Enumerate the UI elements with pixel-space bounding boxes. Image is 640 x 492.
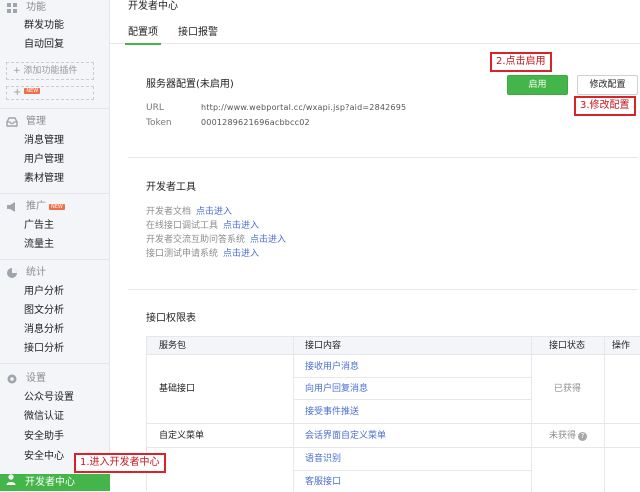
api-item-link[interactable]: 接受事件推送	[305, 406, 359, 418]
sidebar-group-title: 推广	[26, 201, 46, 212]
sidebar-group-title: 功能	[26, 2, 46, 13]
sidebar-item-advertiser[interactable]: 广告主	[24, 218, 54, 234]
status-not-obtained: 未获得?	[549, 430, 588, 442]
table-header-action: 操作	[612, 341, 631, 351]
sidebar-item-messages[interactable]: 消息管理	[24, 133, 64, 149]
annotation-step1: 1.进入开发者中心	[74, 453, 166, 473]
section-divider	[128, 289, 638, 290]
row-line	[147, 423, 640, 424]
sidebar-item-publisher[interactable]: 流量主	[24, 237, 54, 253]
sidebar-item-developer-center[interactable]: 开发者中心	[0, 474, 110, 491]
status-obtained: 已获得	[554, 384, 582, 394]
dev-tool-link[interactable]: 点击进入	[223, 249, 259, 259]
server-config-title: 服务器配置(未启用)	[146, 79, 234, 90]
row-line	[293, 377, 531, 378]
sidebar-divider	[0, 108, 110, 109]
help-icon[interactable]: ?	[578, 432, 588, 441]
row-line	[293, 399, 531, 400]
sidebar-item-api-analysis[interactable]: 接口分析	[24, 341, 64, 357]
sidebar-item-wechat-verify[interactable]: 微信认证	[24, 409, 64, 425]
column-line	[531, 337, 532, 492]
url-value: http://www.webportal.cc/wxapi.jsp?aid=28…	[201, 103, 407, 112]
user-icon	[6, 474, 16, 491]
sidebar-group-stats: 统计	[6, 265, 46, 281]
megaphone-icon	[6, 201, 18, 213]
table-header-content: 接口内容	[305, 341, 342, 351]
sidebar-item-article-analysis[interactable]: 图文分析	[24, 303, 64, 319]
dev-tool-row: 开发者文档 点击进入	[146, 206, 232, 218]
row-line	[147, 447, 640, 448]
tab-api-alarm[interactable]: 接口报警	[178, 26, 218, 40]
sidebar-group-manage: 管理	[6, 114, 46, 130]
api-item-link[interactable]: 向用户回复消息	[305, 383, 368, 395]
sidebar-item-mass-send[interactable]: 群发功能	[24, 18, 64, 34]
enable-button[interactable]: 启用	[507, 75, 568, 95]
url-label: URL	[146, 103, 164, 113]
dev-tool-label: 开发者交流互助问答系统	[146, 235, 246, 245]
sidebar-item-materials[interactable]: 素材管理	[24, 171, 64, 187]
sidebar-group-promotion: 推广 NEW	[6, 199, 65, 215]
sidebar-divider	[0, 193, 110, 194]
plugin-plus-label: +	[13, 87, 22, 98]
sidebar: 功能 群发功能 自动回复 + 添加功能插件 + NEW 管理 消息管理 用户管理 …	[0, 0, 110, 491]
dev-tool-row: 接口测试申请系统 点击进入	[146, 248, 259, 260]
sidebar-group-features: 功能	[6, 0, 46, 16]
dev-tool-link[interactable]: 点击进入	[196, 207, 232, 217]
token-value: 0001289621696acbbcc02	[201, 118, 310, 127]
section-divider	[128, 157, 638, 158]
page-title: 开发者中心	[128, 1, 178, 12]
dev-tool-link[interactable]: 点击进入	[250, 235, 286, 245]
sidebar-divider	[0, 259, 110, 260]
api-item-link[interactable]: 接收用户消息	[305, 361, 359, 373]
gear-icon	[6, 373, 18, 385]
sidebar-item-label: 开发者中心	[25, 477, 75, 488]
add-plugin-button[interactable]: + 添加功能插件	[6, 62, 94, 80]
package-custom-menu: 自定义菜单	[159, 431, 205, 441]
pie-chart-icon	[6, 267, 18, 279]
token-label: Token	[146, 118, 172, 128]
api-item-link[interactable]: 语音识别	[305, 453, 341, 465]
sidebar-item-message-analysis[interactable]: 消息分析	[24, 322, 64, 338]
table-header-status: 接口状态	[549, 341, 586, 351]
row-line	[293, 470, 531, 471]
sidebar-group-settings: 设置	[6, 371, 46, 387]
annotation-step2: 2.点击启用	[490, 52, 552, 72]
dev-tool-row: 开发者交流互助问答系统 点击进入	[146, 234, 286, 246]
dev-tool-label: 在线接口调试工具	[146, 221, 219, 231]
permissions-title: 接口权限表	[146, 313, 196, 324]
api-item-link[interactable]: 客服接口	[305, 476, 341, 488]
tab-bar: 配置项 接口报警	[110, 22, 640, 45]
sidebar-divider	[0, 363, 110, 364]
sidebar-item-security-center[interactable]: 安全中心	[24, 449, 64, 465]
new-badge: NEW	[24, 88, 41, 94]
api-item-link[interactable]: 会话界面自定义菜单	[305, 430, 386, 442]
sidebar-item-users[interactable]: 用户管理	[24, 152, 64, 168]
inbox-icon	[6, 116, 18, 128]
sidebar-group-title: 设置	[26, 373, 46, 384]
sidebar-group-title: 统计	[26, 267, 46, 278]
annotation-step3: 3.修改配置	[574, 96, 636, 116]
dev-tool-row: 在线接口调试工具 点击进入	[146, 220, 259, 232]
sidebar-group-title: 管理	[26, 116, 46, 127]
dev-tools-title: 开发者工具	[146, 182, 196, 193]
dev-tool-label: 接口测试申请系统	[146, 249, 219, 259]
table-header-package: 服务包	[159, 341, 187, 351]
dev-tool-link[interactable]: 点击进入	[223, 221, 259, 231]
grid-icon	[6, 2, 18, 14]
column-line	[604, 337, 605, 492]
modify-config-button[interactable]: 修改配置	[577, 75, 638, 95]
tab-config[interactable]: 配置项	[125, 26, 161, 45]
package-basic: 基础接口	[159, 384, 196, 394]
sidebar-item-auto-reply[interactable]: 自动回复	[24, 37, 64, 53]
sidebar-item-security-assistant[interactable]: 安全助手	[24, 429, 64, 445]
new-badge: NEW	[49, 204, 65, 210]
sidebar-item-user-analysis[interactable]: 用户分析	[24, 284, 64, 300]
status-text: 未获得	[549, 431, 577, 441]
permissions-table: 服务包 接口内容 接口状态 操作 基础接口 接收用户消息 向用户回复消息 接受事…	[146, 336, 640, 492]
dev-tool-label: 开发者文档	[146, 207, 192, 217]
column-line	[293, 337, 294, 492]
sidebar-item-account-settings[interactable]: 公众号设置	[24, 390, 74, 406]
plugin-new-button[interactable]: + NEW	[6, 86, 94, 100]
